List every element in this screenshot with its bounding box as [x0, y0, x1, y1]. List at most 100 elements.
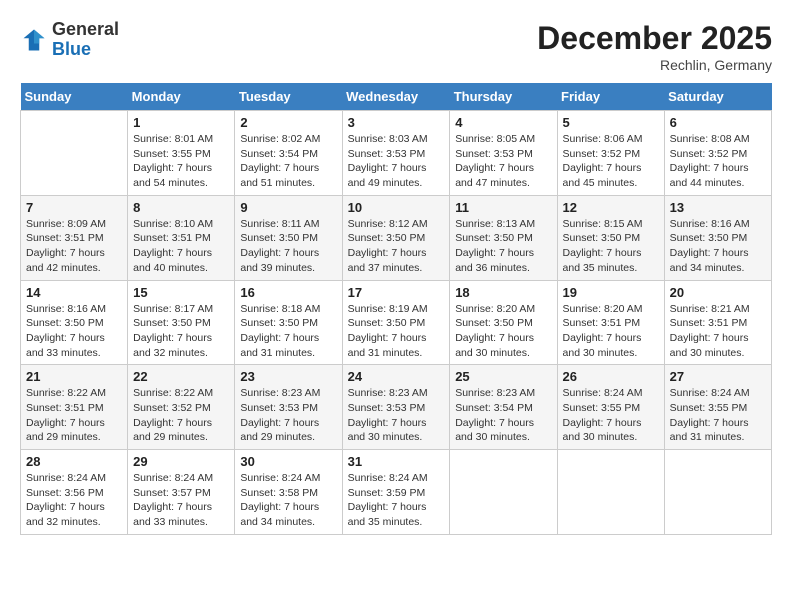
day-number: 16	[240, 285, 336, 300]
day-number: 4	[455, 115, 551, 130]
calendar-cell: 12Sunrise: 8:15 AM Sunset: 3:50 PM Dayli…	[557, 195, 664, 280]
calendar-cell: 4 Sunrise: 8:05 AM Sunset: 3:53 PM Daylig…	[450, 111, 557, 196]
logo: General Blue	[20, 20, 119, 60]
day-info: Sunrise: 8:06 AM Sunset: 3:52 PM Dayligh…	[563, 132, 659, 191]
calendar-table: SundayMondayTuesdayWednesdayThursdayFrid…	[20, 83, 772, 535]
day-info: Sunrise: 8:22 AM Sunset: 3:51 PM Dayligh…	[26, 386, 122, 445]
day-number: 3	[348, 115, 445, 130]
day-info: Sunrise: 8:20 AM Sunset: 3:50 PM Dayligh…	[455, 302, 551, 361]
day-info: Sunrise: 8:18 AM Sunset: 3:50 PM Dayligh…	[240, 302, 336, 361]
day-info: Sunrise: 8:12 AM Sunset: 3:50 PM Dayligh…	[348, 217, 445, 276]
day-number: 7	[26, 200, 122, 215]
calendar-cell: 14 Sunrise: 8:16 AM Sunset: 3:50 PM Dayli…	[21, 280, 128, 365]
day-number: 24	[348, 369, 445, 384]
calendar-cell: 1 Sunrise: 8:01 AM Sunset: 3:55 PM Daylig…	[128, 111, 235, 196]
calendar-week-row: 21 Sunrise: 8:22 AM Sunset: 3:51 PM Dayli…	[21, 365, 772, 450]
calendar-cell: 31Sunrise: 8:24 AM Sunset: 3:59 PM Dayli…	[342, 450, 450, 535]
calendar-cell: 3 Sunrise: 8:03 AM Sunset: 3:53 PM Daylig…	[342, 111, 450, 196]
calendar-cell: 29Sunrise: 8:24 AM Sunset: 3:57 PM Dayli…	[128, 450, 235, 535]
weekday-header-wednesday: Wednesday	[342, 83, 450, 111]
day-info: Sunrise: 8:11 AM Sunset: 3:50 PM Dayligh…	[240, 217, 336, 276]
day-info: Sunrise: 8:20 AM Sunset: 3:51 PM Dayligh…	[563, 302, 659, 361]
calendar-cell: 18 Sunrise: 8:20 AM Sunset: 3:50 PM Dayli…	[450, 280, 557, 365]
day-number: 28	[26, 454, 122, 469]
day-info: Sunrise: 8:05 AM Sunset: 3:53 PM Dayligh…	[455, 132, 551, 191]
day-number: 19	[563, 285, 659, 300]
calendar-cell: 2Sunrise: 8:02 AM Sunset: 3:54 PM Daylig…	[235, 111, 342, 196]
calendar-cell: 10 Sunrise: 8:12 AM Sunset: 3:50 PM Dayli…	[342, 195, 450, 280]
day-info: Sunrise: 8:02 AM Sunset: 3:54 PM Dayligh…	[240, 132, 336, 191]
day-info: Sunrise: 8:09 AM Sunset: 3:51 PM Dayligh…	[26, 217, 122, 276]
weekday-header-friday: Friday	[557, 83, 664, 111]
calendar-cell: 6 Sunrise: 8:08 AM Sunset: 3:52 PM Daylig…	[664, 111, 771, 196]
day-number: 14	[26, 285, 122, 300]
title-block: December 2025 Rechlin, Germany	[537, 20, 772, 73]
calendar-week-row: 1 Sunrise: 8:01 AM Sunset: 3:55 PM Daylig…	[21, 111, 772, 196]
day-number: 25	[455, 369, 551, 384]
day-info: Sunrise: 8:24 AM Sunset: 3:55 PM Dayligh…	[670, 386, 766, 445]
logo-icon	[20, 26, 48, 54]
calendar-week-row: 28Sunrise: 8:24 AM Sunset: 3:56 PM Dayli…	[21, 450, 772, 535]
day-number: 1	[133, 115, 229, 130]
calendar-cell: 23 Sunrise: 8:23 AM Sunset: 3:53 PM Dayli…	[235, 365, 342, 450]
logo-blue: Blue	[52, 39, 91, 59]
month-title: December 2025	[537, 20, 772, 57]
day-number: 11	[455, 200, 551, 215]
day-info: Sunrise: 8:19 AM Sunset: 3:50 PM Dayligh…	[348, 302, 445, 361]
page-header: General Blue December 2025 Rechlin, Germ…	[20, 20, 772, 73]
day-number: 23	[240, 369, 336, 384]
calendar-cell	[450, 450, 557, 535]
calendar-cell	[557, 450, 664, 535]
day-info: Sunrise: 8:16 AM Sunset: 3:50 PM Dayligh…	[26, 302, 122, 361]
day-info: Sunrise: 8:23 AM Sunset: 3:54 PM Dayligh…	[455, 386, 551, 445]
calendar-cell: 28Sunrise: 8:24 AM Sunset: 3:56 PM Dayli…	[21, 450, 128, 535]
calendar-week-row: 14 Sunrise: 8:16 AM Sunset: 3:50 PM Dayli…	[21, 280, 772, 365]
weekday-header-tuesday: Tuesday	[235, 83, 342, 111]
day-number: 13	[670, 200, 766, 215]
day-number: 6	[670, 115, 766, 130]
calendar-cell	[21, 111, 128, 196]
calendar-cell: 7 Sunrise: 8:09 AM Sunset: 3:51 PM Daylig…	[21, 195, 128, 280]
location: Rechlin, Germany	[537, 57, 772, 73]
day-info: Sunrise: 8:21 AM Sunset: 3:51 PM Dayligh…	[670, 302, 766, 361]
calendar-cell: 13Sunrise: 8:16 AM Sunset: 3:50 PM Dayli…	[664, 195, 771, 280]
calendar-cell: 19 Sunrise: 8:20 AM Sunset: 3:51 PM Dayli…	[557, 280, 664, 365]
day-info: Sunrise: 8:08 AM Sunset: 3:52 PM Dayligh…	[670, 132, 766, 191]
calendar-cell: 30 Sunrise: 8:24 AM Sunset: 3:58 PM Dayli…	[235, 450, 342, 535]
day-number: 15	[133, 285, 229, 300]
day-number: 10	[348, 200, 445, 215]
day-info: Sunrise: 8:03 AM Sunset: 3:53 PM Dayligh…	[348, 132, 445, 191]
day-info: Sunrise: 8:17 AM Sunset: 3:50 PM Dayligh…	[133, 302, 229, 361]
weekday-header-saturday: Saturday	[664, 83, 771, 111]
calendar-cell: 15 Sunrise: 8:17 AM Sunset: 3:50 PM Dayli…	[128, 280, 235, 365]
calendar-cell: 20 Sunrise: 8:21 AM Sunset: 3:51 PM Dayli…	[664, 280, 771, 365]
calendar-cell: 8Sunrise: 8:10 AM Sunset: 3:51 PM Daylig…	[128, 195, 235, 280]
day-info: Sunrise: 8:13 AM Sunset: 3:50 PM Dayligh…	[455, 217, 551, 276]
day-number: 21	[26, 369, 122, 384]
day-number: 5	[563, 115, 659, 130]
day-info: Sunrise: 8:01 AM Sunset: 3:55 PM Dayligh…	[133, 132, 229, 191]
calendar-cell: 24 Sunrise: 8:23 AM Sunset: 3:53 PM Dayli…	[342, 365, 450, 450]
day-info: Sunrise: 8:24 AM Sunset: 3:58 PM Dayligh…	[240, 471, 336, 530]
day-number: 27	[670, 369, 766, 384]
day-number: 9	[240, 200, 336, 215]
day-info: Sunrise: 8:23 AM Sunset: 3:53 PM Dayligh…	[240, 386, 336, 445]
day-number: 30	[240, 454, 336, 469]
calendar-cell	[664, 450, 771, 535]
day-number: 8	[133, 200, 229, 215]
calendar-cell: 21 Sunrise: 8:22 AM Sunset: 3:51 PM Dayli…	[21, 365, 128, 450]
calendar-cell: 9 Sunrise: 8:11 AM Sunset: 3:50 PM Daylig…	[235, 195, 342, 280]
day-number: 20	[670, 285, 766, 300]
day-number: 18	[455, 285, 551, 300]
day-info: Sunrise: 8:23 AM Sunset: 3:53 PM Dayligh…	[348, 386, 445, 445]
calendar-cell: 25 Sunrise: 8:23 AM Sunset: 3:54 PM Dayli…	[450, 365, 557, 450]
calendar-cell: 5 Sunrise: 8:06 AM Sunset: 3:52 PM Daylig…	[557, 111, 664, 196]
day-info: Sunrise: 8:24 AM Sunset: 3:57 PM Dayligh…	[133, 471, 229, 530]
day-number: 26	[563, 369, 659, 384]
logo-general: General	[52, 19, 119, 39]
calendar-cell: 11 Sunrise: 8:13 AM Sunset: 3:50 PM Dayli…	[450, 195, 557, 280]
weekday-header-sunday: Sunday	[21, 83, 128, 111]
day-number: 22	[133, 369, 229, 384]
calendar-cell: 16 Sunrise: 8:18 AM Sunset: 3:50 PM Dayli…	[235, 280, 342, 365]
weekday-header-thursday: Thursday	[450, 83, 557, 111]
